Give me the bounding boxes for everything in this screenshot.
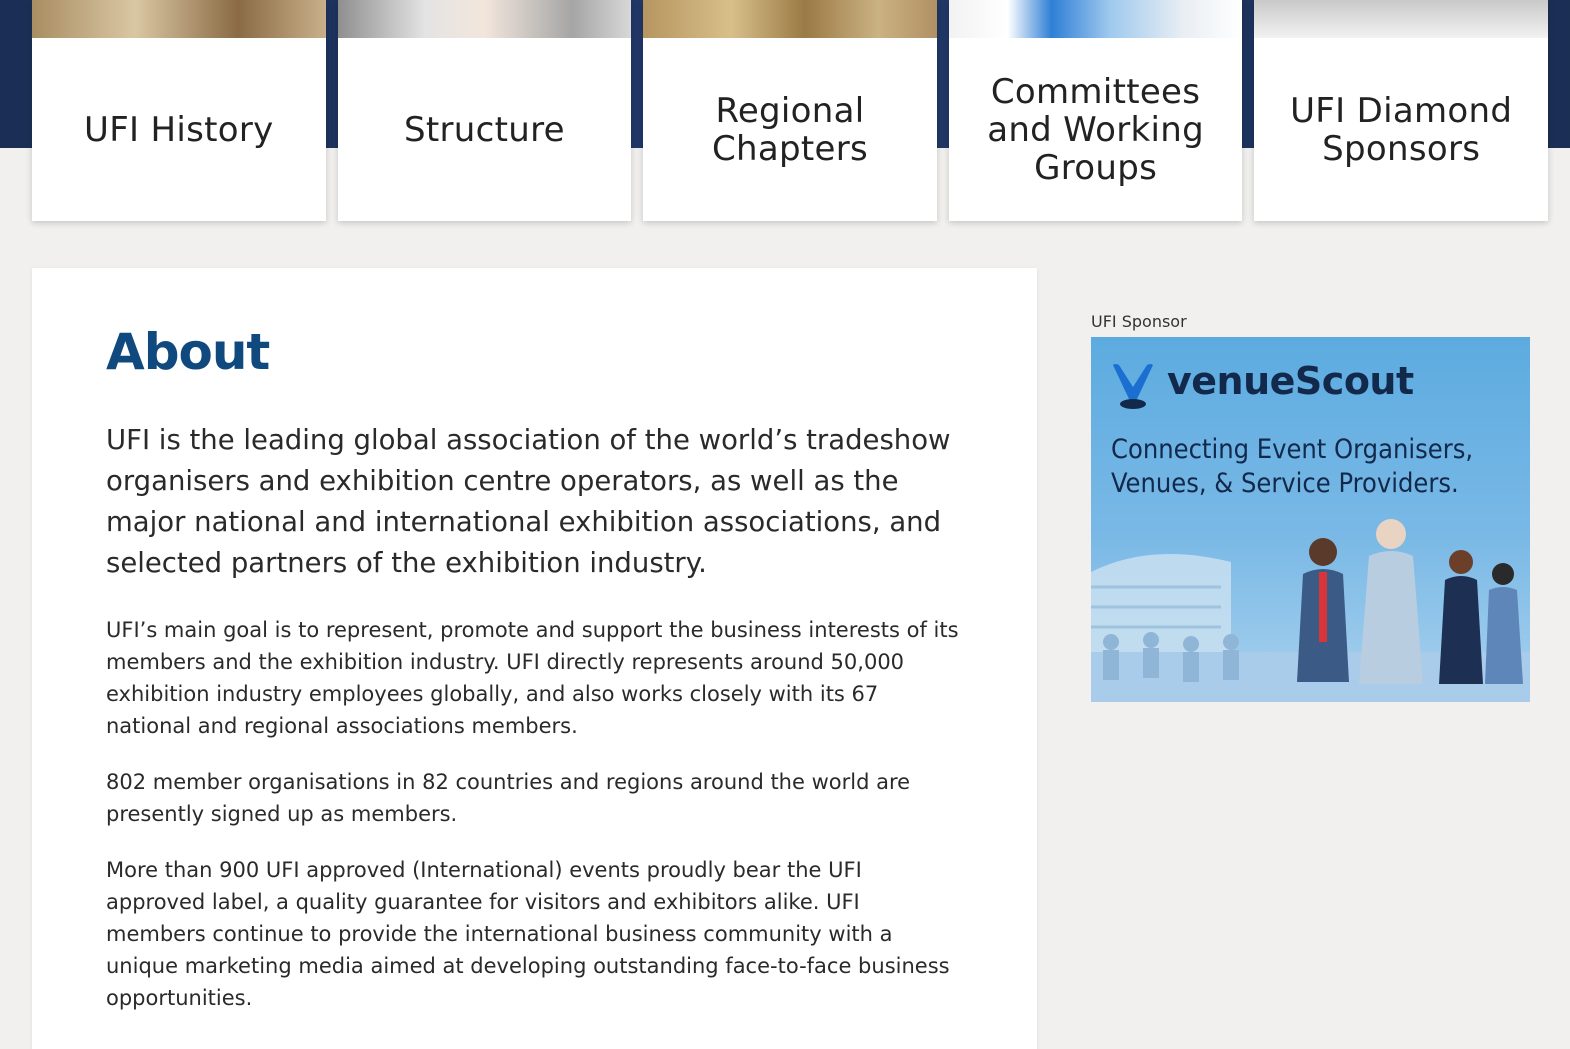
sponsor-brand: venueScout [1167, 359, 1414, 403]
about-panel: About UFI is the leading global associat… [32, 268, 1037, 1049]
sponsor-illustration [1091, 519, 1530, 702]
page: UFI History Structure Regional Chapters … [0, 0, 1570, 1049]
card-title: Regional Chapters [711, 90, 869, 169]
sponsor-label: UFI Sponsor [1091, 312, 1187, 331]
card-diamond-sponsors[interactable]: UFI Diamond Sponsors [1254, 0, 1548, 221]
venuescout-logo-icon [1113, 364, 1153, 409]
card-ufi-history[interactable]: UFI History [32, 0, 326, 221]
card-title: UFI History [84, 109, 274, 150]
card-committees[interactable]: Committees and Working Groups [948, 0, 1243, 221]
card-title: UFI Diamond Sponsors [1290, 90, 1513, 169]
card-image [1254, 0, 1548, 38]
about-lead: UFI is the leading global association of… [106, 424, 951, 579]
card-image [948, 0, 1243, 38]
about-paragraph: UFI’s main goal is to represent, promote… [106, 618, 959, 738]
card-structure[interactable]: Structure [337, 0, 632, 221]
card-title: Structure [403, 109, 565, 150]
about-paragraph: 802 member organisations in 82 countries… [106, 770, 911, 826]
sponsor-tagline: Connecting Event Organisers, Venues, & S… [1111, 434, 1474, 499]
sponsor-banner[interactable]: venueScout Connecting Event Organisers, … [1091, 337, 1530, 702]
page-title: About [106, 323, 270, 381]
card-image [32, 0, 326, 38]
about-paragraph: More than 900 UFI approved (Internationa… [106, 858, 950, 1010]
card-image [337, 0, 632, 38]
nav-card-row: UFI History Structure Regional Chapters … [32, 0, 1548, 221]
card-image [643, 0, 937, 38]
card-regional-chapters[interactable]: Regional Chapters [643, 0, 937, 221]
card-title: Committees and Working Groups [987, 71, 1204, 188]
